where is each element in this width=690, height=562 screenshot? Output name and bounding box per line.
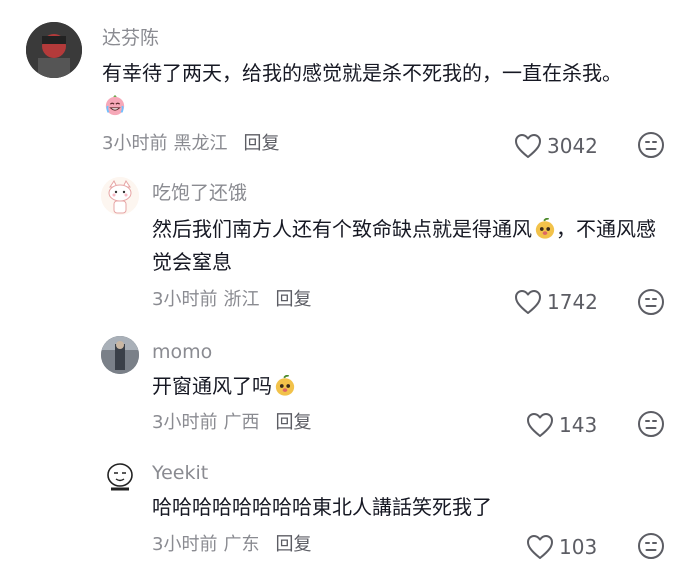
comment-text: 有幸待了两天，给我的感觉就是杀不死我的，一直在杀我。 [102, 57, 642, 123]
comment-username[interactable]: Yeekit [152, 464, 208, 483]
avatar[interactable] [101, 336, 139, 374]
comment-meta: 3小时前 广东 回复 [152, 536, 311, 554]
reply-button[interactable]: 回复 [243, 135, 279, 153]
comment-meta: 3小时前 广西 回复 [152, 414, 311, 432]
mango-face-emoji-icon [275, 375, 295, 396]
comment-text: 开窗通风了吗 [152, 370, 668, 403]
comment-text-content: 然后我们南方人还有个致命缺点就是得通风 [152, 217, 532, 241]
heart-icon [515, 134, 541, 158]
like-count: 3042 [547, 134, 598, 158]
heart-icon [527, 413, 553, 437]
like-count: 103 [559, 535, 598, 559]
avatar[interactable] [26, 22, 82, 78]
comment-meta: 3小时前 浙江 回复 [152, 291, 311, 309]
comment-username[interactable]: 吃饱了还饿 [152, 184, 247, 203]
comment-username[interactable]: momo [152, 343, 212, 362]
dislike-icon[interactable] [637, 532, 665, 560]
comment-location: 黑龙江 [173, 133, 228, 154]
comment-text: 然后我们南方人还有个致命缺点就是得通风 ，不通风感觉会窒息 [152, 213, 668, 279]
reply-button[interactable]: 回复 [275, 536, 311, 554]
comment-time: 3小时前 [152, 289, 218, 310]
reply-comment-item: Yeekit 哈哈哈哈哈哈哈哈東北人講話笑死我了 3小时前 广东 回复 103 [0, 452, 690, 559]
dislike-icon[interactable] [637, 288, 665, 316]
reply-button[interactable]: 回复 [275, 414, 311, 432]
comment-text: 哈哈哈哈哈哈哈哈東北人講話笑死我了 [152, 491, 668, 524]
reply-comment-item: 吃饱了还饿 然后我们南方人还有个致命缺点就是得通风 ，不通风感觉会窒息 3小时前浙… [0, 170, 690, 330]
comment-time: 3小时前 [102, 133, 168, 154]
comment-text-content: 开窗通风了吗 [152, 374, 272, 398]
like-button[interactable]: 1742 [514, 287, 598, 317]
like-button[interactable]: 103 [526, 532, 597, 562]
crying-laughing-emoji-icon [105, 95, 125, 116]
comment-time: 3小时前 [152, 534, 218, 555]
comment-time: 3小时前 [152, 412, 218, 433]
heart-icon [515, 290, 541, 314]
mango-face-emoji-icon [535, 218, 555, 239]
like-count: 1742 [547, 290, 598, 314]
reply-button[interactable]: 回复 [275, 291, 311, 309]
like-button[interactable]: 143 [526, 410, 597, 440]
comment-meta: 3小时前 黑龙江 回复 [102, 135, 279, 153]
heart-icon [527, 535, 553, 559]
like-button[interactable]: 3042 [514, 131, 598, 161]
avatar[interactable] [101, 457, 139, 495]
comment-item: 达芬陈 有幸待了两天，给我的感觉就是杀不死我的，一直在杀我。 3小时前 黑龙江 回复… [0, 0, 690, 170]
comment-location: 广东 [223, 534, 260, 555]
comment-text-content: 有幸待了两天，给我的感觉就是杀不死我的，一直在杀我。 [102, 61, 622, 85]
dislike-icon[interactable] [637, 131, 665, 159]
comment-location: 浙江 [223, 289, 260, 310]
avatar[interactable] [101, 177, 139, 215]
like-count: 143 [559, 413, 598, 437]
comment-location: 广西 [223, 412, 260, 433]
comment-text-content: 哈哈哈哈哈哈哈哈東北人講話笑死我了 [152, 495, 492, 519]
reply-comment-item: momo 开窗通风了吗 3小时前 广西 回复 143 [0, 330, 690, 452]
dislike-icon[interactable] [637, 410, 665, 438]
comment-username[interactable]: 达芬陈 [102, 29, 159, 48]
